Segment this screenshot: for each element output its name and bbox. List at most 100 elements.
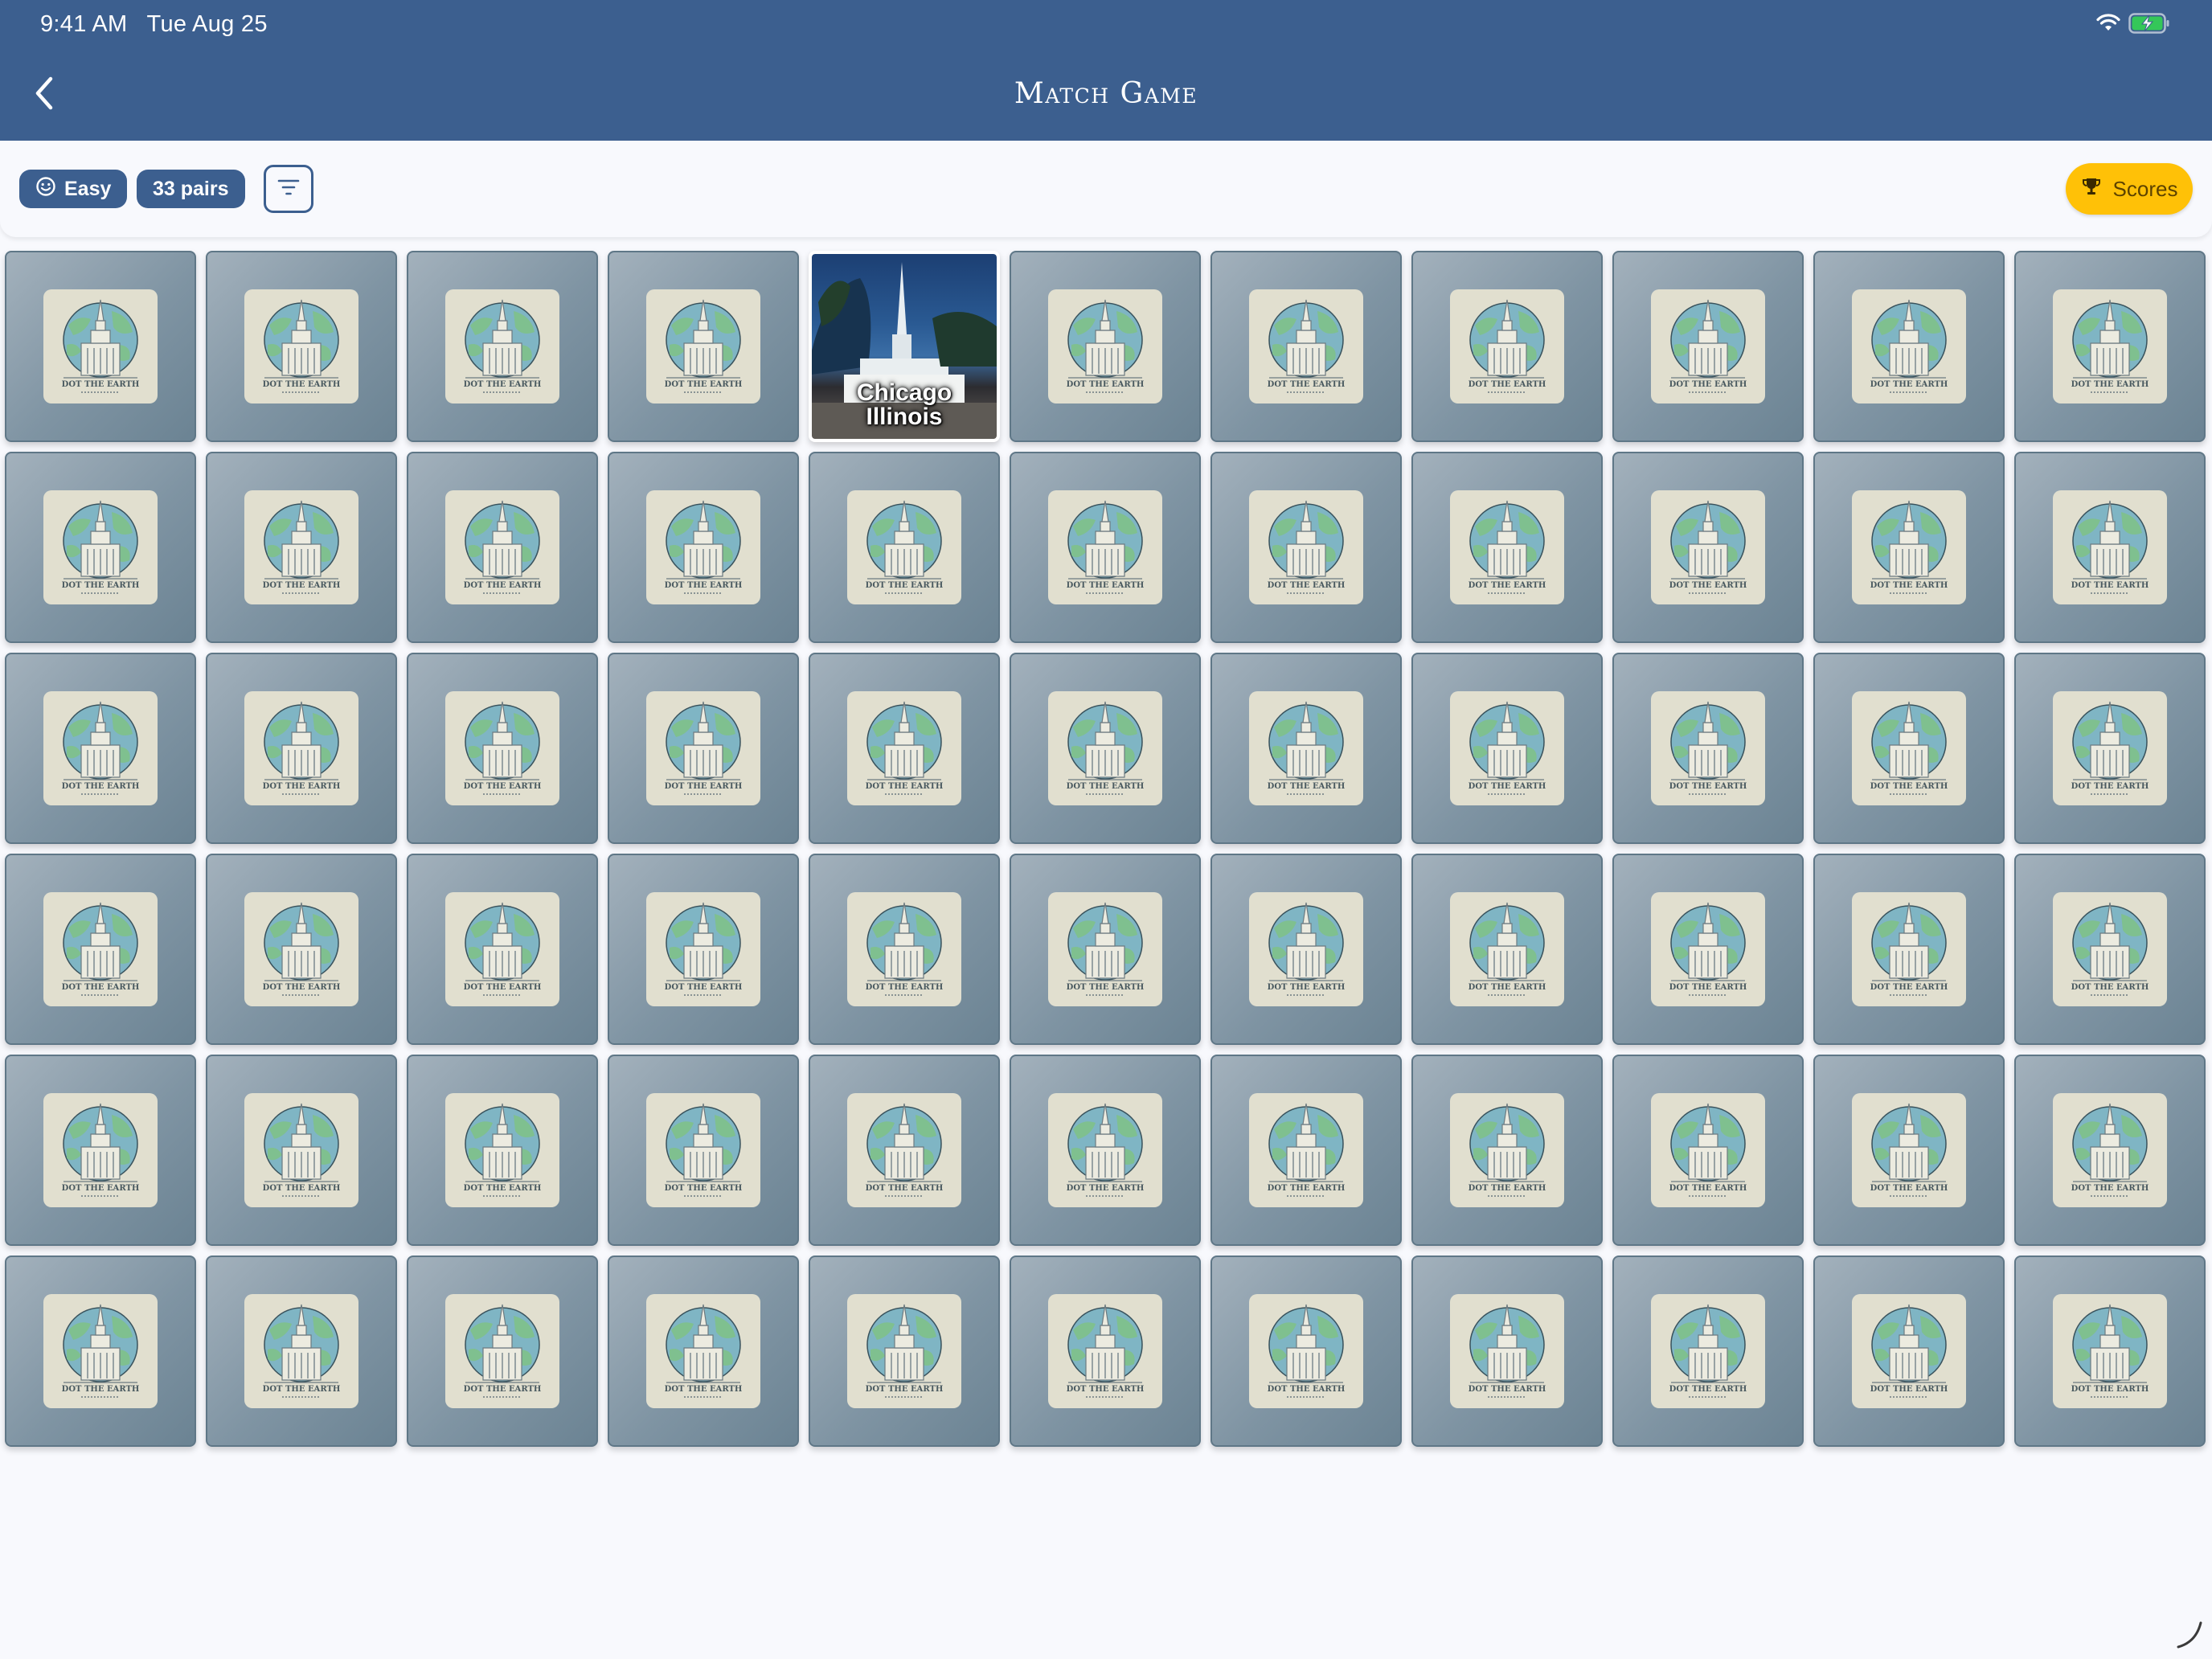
card-back[interactable]: DOT THE EARTH (206, 251, 397, 442)
card-back[interactable]: DOT THE EARTH (1210, 1256, 1402, 1447)
card-back[interactable]: DOT THE EARTH (407, 1256, 598, 1447)
card-back[interactable]: DOT THE EARTH (5, 251, 196, 442)
card-back[interactable]: DOT THE EARTH (1010, 251, 1201, 442)
card-back-text: DOT THE EARTH (1067, 782, 1145, 791)
card-back[interactable]: DOT THE EARTH (407, 251, 598, 442)
card-back[interactable]: DOT THE EARTH (1411, 452, 1603, 643)
temple-globe-logo-icon: DOT THE EARTH (244, 1294, 358, 1408)
card-back[interactable]: DOT THE EARTH (1411, 653, 1603, 844)
card-back[interactable]: DOT THE EARTH (1210, 452, 1402, 643)
card-back[interactable]: DOT THE EARTH (5, 452, 196, 643)
card-back-text: DOT THE EARTH (866, 983, 944, 992)
card-back[interactable]: DOT THE EARTH (5, 653, 196, 844)
temple-globe-logo-icon: DOT THE EARTH (445, 1093, 559, 1207)
temple-globe-logo-icon: DOT THE EARTH (1048, 289, 1162, 403)
revealed-card-chicago[interactable]: Chicago Illinois (809, 251, 1000, 442)
card-back[interactable]: DOT THE EARTH (608, 653, 799, 844)
temple-globe-logo-icon: DOT THE EARTH (43, 691, 158, 805)
temple-globe-logo-icon: DOT THE EARTH (445, 490, 559, 604)
card-back[interactable]: DOT THE EARTH (407, 452, 598, 643)
card-back[interactable]: DOT THE EARTH (5, 1055, 196, 1246)
card-back[interactable]: DOT THE EARTH (5, 1256, 196, 1447)
card-back[interactable]: DOT THE EARTH (1612, 251, 1804, 442)
temple-globe-logo-icon: DOT THE EARTH (244, 490, 358, 604)
temple-globe-logo-icon: DOT THE EARTH (1852, 289, 1966, 403)
card-back-text: DOT THE EARTH (1067, 1385, 1145, 1394)
temple-globe-logo-icon: DOT THE EARTH (646, 289, 760, 403)
status-icons (2096, 13, 2170, 38)
scores-button[interactable]: Scores (2066, 163, 2193, 215)
card-back[interactable]: DOT THE EARTH (2014, 452, 2206, 643)
card-back-text: DOT THE EARTH (1067, 983, 1145, 992)
card-back[interactable]: DOT THE EARTH (1813, 653, 2005, 844)
card-back-text: DOT THE EARTH (665, 1184, 743, 1193)
card-back[interactable]: DOT THE EARTH (608, 251, 799, 442)
card-back[interactable]: DOT THE EARTH (1010, 653, 1201, 844)
card-back[interactable]: DOT THE EARTH (1210, 1055, 1402, 1246)
card-back[interactable]: DOT THE EARTH (206, 1055, 397, 1246)
card-back[interactable]: DOT THE EARTH (1411, 854, 1603, 1045)
card-back[interactable]: DOT THE EARTH (1010, 1256, 1201, 1447)
card-back[interactable]: DOT THE EARTH (206, 854, 397, 1045)
card-back[interactable]: DOT THE EARTH (1411, 251, 1603, 442)
card-back[interactable]: DOT THE EARTH (608, 452, 799, 643)
temple-globe-logo-icon: DOT THE EARTH (847, 1093, 961, 1207)
temple-globe-logo-icon: DOT THE EARTH (43, 892, 158, 1006)
card-back[interactable]: DOT THE EARTH (809, 452, 1000, 643)
card-back[interactable]: DOT THE EARTH (809, 653, 1000, 844)
card-back[interactable]: DOT THE EARTH (206, 1256, 397, 1447)
card-back[interactable]: DOT THE EARTH (1813, 1055, 2005, 1246)
card-back[interactable]: DOT THE EARTH (1813, 1256, 2005, 1447)
card-back[interactable]: DOT THE EARTH (1210, 251, 1402, 442)
card-back[interactable]: DOT THE EARTH (1813, 251, 2005, 442)
card-back[interactable]: DOT THE EARTH (809, 1055, 1000, 1246)
card-back[interactable]: DOT THE EARTH (1612, 1055, 1804, 1246)
card-back[interactable]: DOT THE EARTH (2014, 854, 2206, 1045)
temple-globe-logo-icon: DOT THE EARTH (445, 691, 559, 805)
card-back-text: DOT THE EARTH (263, 380, 341, 389)
temple-globe-logo-icon: DOT THE EARTH (1450, 1294, 1564, 1408)
card-back[interactable]: DOT THE EARTH (407, 1055, 598, 1246)
difficulty-chip[interactable]: Easy (19, 170, 128, 208)
card-back[interactable]: DOT THE EARTH (5, 854, 196, 1045)
card-back[interactable]: DOT THE EARTH (1612, 854, 1804, 1045)
card-back[interactable]: DOT THE EARTH (1210, 854, 1402, 1045)
card-back[interactable]: DOT THE EARTH (206, 653, 397, 844)
card-back-text: DOT THE EARTH (1870, 983, 1948, 992)
card-back[interactable]: DOT THE EARTH (1411, 1055, 1603, 1246)
filter-button[interactable] (264, 165, 313, 213)
card-back[interactable]: DOT THE EARTH (809, 1256, 1000, 1447)
card-back[interactable]: DOT THE EARTH (809, 854, 1000, 1045)
card-back-text: DOT THE EARTH (2071, 1385, 2149, 1394)
card-back-text: DOT THE EARTH (263, 1385, 341, 1394)
card-back[interactable]: DOT THE EARTH (2014, 251, 2206, 442)
card-back[interactable]: DOT THE EARTH (2014, 653, 2206, 844)
pairs-chip[interactable]: 33 pairs (137, 170, 245, 208)
card-back[interactable]: DOT THE EARTH (1411, 1256, 1603, 1447)
card-back[interactable]: DOT THE EARTH (407, 854, 598, 1045)
card-back[interactable]: DOT THE EARTH (1813, 854, 2005, 1045)
card-back[interactable]: DOT THE EARTH (1612, 1256, 1804, 1447)
card-back[interactable]: DOT THE EARTH (206, 452, 397, 643)
status-date: Tue Aug 25 (146, 11, 268, 37)
card-back[interactable]: DOT THE EARTH (2014, 1055, 2206, 1246)
card-back[interactable]: DOT THE EARTH (1210, 653, 1402, 844)
temple-globe-logo-icon: DOT THE EARTH (847, 490, 961, 604)
card-back[interactable]: DOT THE EARTH (608, 854, 799, 1045)
card-back[interactable]: DOT THE EARTH (608, 1055, 799, 1246)
card-back[interactable]: DOT THE EARTH (407, 653, 598, 844)
card-back-text: DOT THE EARTH (1870, 782, 1948, 791)
card-back[interactable]: DOT THE EARTH (1010, 854, 1201, 1045)
card-back[interactable]: DOT THE EARTH (1813, 452, 2005, 643)
card-back-text: DOT THE EARTH (665, 581, 743, 590)
card-back[interactable]: DOT THE EARTH (1612, 653, 1804, 844)
temple-globe-logo-icon: DOT THE EARTH (1852, 1294, 1966, 1408)
temple-globe-logo-icon: DOT THE EARTH (646, 1093, 760, 1207)
card-back[interactable]: DOT THE EARTH (1010, 1055, 1201, 1246)
card-back-text: DOT THE EARTH (62, 983, 140, 992)
card-back[interactable]: DOT THE EARTH (608, 1256, 799, 1447)
card-back[interactable]: DOT THE EARTH (1612, 452, 1804, 643)
card-back[interactable]: DOT THE EARTH (1010, 452, 1201, 643)
card-back-text: DOT THE EARTH (1268, 782, 1346, 791)
card-back[interactable]: DOT THE EARTH (2014, 1256, 2206, 1447)
